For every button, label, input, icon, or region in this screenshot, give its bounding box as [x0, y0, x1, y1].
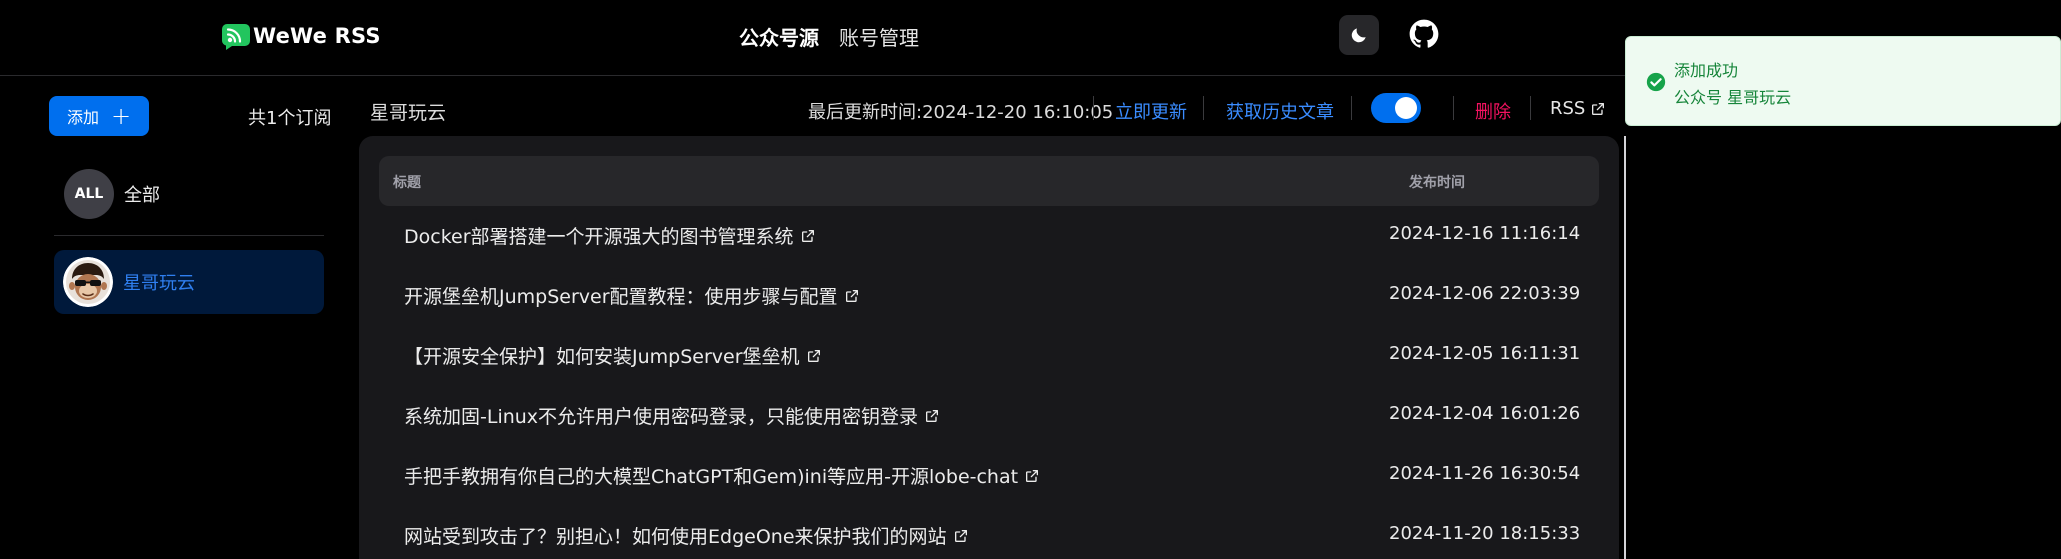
delete-feed-button[interactable]: 删除 — [1475, 98, 1511, 124]
subscription-count: 共1个订阅 — [248, 108, 332, 129]
feed-enabled-toggle[interactable] — [1371, 93, 1421, 123]
app-root: WeWe RSS 公众号源 账号管理 添加 + 共1个订阅 ALL 全部 星哥玩… — [0, 0, 2061, 559]
table-row: Docker部署搭建一个开源强大的图书管理系统 2024-12-16 11:16… — [359, 206, 1619, 266]
article-title-link[interactable]: Docker部署搭建一个开源强大的图书管理系统 — [404, 222, 816, 249]
github-icon[interactable] — [1409, 19, 1439, 49]
divider — [1530, 96, 1531, 120]
article-date: 2024-12-05 16:11:31 — [1389, 343, 1581, 364]
article-title: 网站受到攻击了？别担心！如何使用EdgeOne来保护我们的网站 — [404, 526, 947, 548]
external-link-icon — [954, 529, 967, 542]
external-link-icon — [845, 289, 858, 302]
rss-label: RSS — [1550, 98, 1586, 119]
feed-name: 星哥玩云 — [123, 273, 195, 294]
brand[interactable]: WeWe RSS — [221, 20, 381, 52]
feed-avatar — [63, 257, 113, 307]
column-header-title: 标题 — [393, 175, 421, 191]
moon-icon — [1351, 28, 1366, 43]
main-nav: 公众号源 账号管理 — [739, 22, 919, 51]
add-feed-button[interactable]: 添加 + — [49, 96, 149, 136]
theme-toggle-button[interactable] — [1339, 15, 1379, 55]
success-toast: 添加成功 公众号 星哥玩云 — [1625, 36, 2061, 126]
article-title: 开源堡垒机JumpServer配置教程：使用步骤与配置 — [404, 286, 838, 308]
divider — [1093, 96, 1094, 120]
article-title-link[interactable]: 开源堡垒机JumpServer配置教程：使用步骤与配置 — [404, 282, 860, 309]
toggle-knob — [1395, 97, 1417, 119]
rss-logo-icon — [222, 24, 250, 50]
table-row: 手把手教拥有你自己的大模型ChatGPT和Gem)ini等应用-开源lobe-c… — [359, 446, 1619, 506]
last-update-time: 最后更新时间:2024-12-20 16:10:05 — [808, 102, 1114, 123]
nav-item-accounts[interactable]: 账号管理 — [839, 22, 919, 51]
brand-name: WeWe RSS — [253, 24, 381, 48]
article-title: Docker部署搭建一个开源强大的图书管理系统 — [404, 226, 794, 248]
article-title: 手把手教拥有你自己的大模型ChatGPT和Gem)ini等应用-开源lobe-c… — [404, 466, 1019, 488]
table-row: 网站受到攻击了？别担心！如何使用EdgeOne来保护我们的网站 2024-11-… — [359, 506, 1619, 559]
panel-divider — [1624, 136, 1626, 559]
rss-link[interactable]: RSS — [1550, 98, 1606, 119]
external-link-icon — [801, 229, 814, 242]
article-title: 【开源安全保护】如何安装JumpServer堡垒机 — [404, 346, 800, 368]
external-link-icon — [807, 349, 820, 362]
external-link-icon — [1592, 102, 1605, 115]
toast-message: 公众号 星哥玩云 — [1674, 88, 1792, 107]
external-link-icon — [926, 409, 939, 422]
feed-all-item[interactable]: ALL 全部 — [54, 162, 324, 226]
table-header: 标题 发布时间 — [379, 156, 1599, 206]
add-feed-label: 添加 — [66, 108, 99, 127]
article-title-link[interactable]: 手把手教拥有你自己的大模型ChatGPT和Gem)ini等应用-开源lobe-c… — [404, 462, 1040, 489]
article-title: 系统加固-Linux不允许用户使用密码登录，只能使用密钥登录 — [404, 406, 919, 428]
article-title-link[interactable]: 【开源安全保护】如何安装JumpServer堡垒机 — [404, 342, 822, 369]
divider — [1203, 96, 1204, 120]
article-date: 2024-11-26 16:30:54 — [1389, 463, 1581, 484]
external-link-icon — [1026, 469, 1039, 482]
sidebar-item-feed[interactable]: 星哥玩云 — [54, 250, 324, 314]
column-header-date: 发布时间 — [1409, 175, 1465, 191]
nav-item-feeds[interactable]: 公众号源 — [739, 22, 819, 51]
articles-table: 标题 发布时间 Docker部署搭建一个开源强大的图书管理系统 2024-12-… — [359, 136, 1619, 559]
article-title-link[interactable]: 系统加固-Linux不允许用户使用密码登录，只能使用密钥登录 — [404, 402, 940, 429]
toast-title: 添加成功 — [1674, 61, 1739, 80]
plus-icon: + — [110, 102, 132, 130]
article-date: 2024-12-04 16:01:26 — [1389, 403, 1581, 424]
article-date: 2024-11-20 18:15:33 — [1389, 523, 1581, 544]
article-date: 2024-12-16 11:16:14 — [1389, 223, 1581, 244]
refresh-now-button[interactable]: 立即更新 — [1115, 98, 1187, 124]
article-date: 2024-12-06 22:03:39 — [1389, 283, 1581, 304]
feed-all-label: 全部 — [124, 185, 160, 206]
sidebar-divider — [54, 235, 324, 236]
table-row: 系统加固-Linux不允许用户使用密码登录，只能使用密钥登录 2024-12-0… — [359, 386, 1619, 446]
all-avatar: ALL — [64, 169, 114, 219]
divider — [1453, 96, 1454, 120]
divider — [1351, 96, 1352, 120]
article-title-link[interactable]: 网站受到攻击了？别担心！如何使用EdgeOne来保护我们的网站 — [404, 522, 969, 549]
feed-title: 星哥玩云 — [370, 102, 447, 124]
table-row: 【开源安全保护】如何安装JumpServer堡垒机 2024-12-05 16:… — [359, 326, 1619, 386]
check-circle-icon — [1646, 72, 1666, 92]
table-row: 开源堡垒机JumpServer配置教程：使用步骤与配置 2024-12-06 2… — [359, 266, 1619, 326]
fetch-history-button[interactable]: 获取历史文章 — [1226, 98, 1334, 124]
